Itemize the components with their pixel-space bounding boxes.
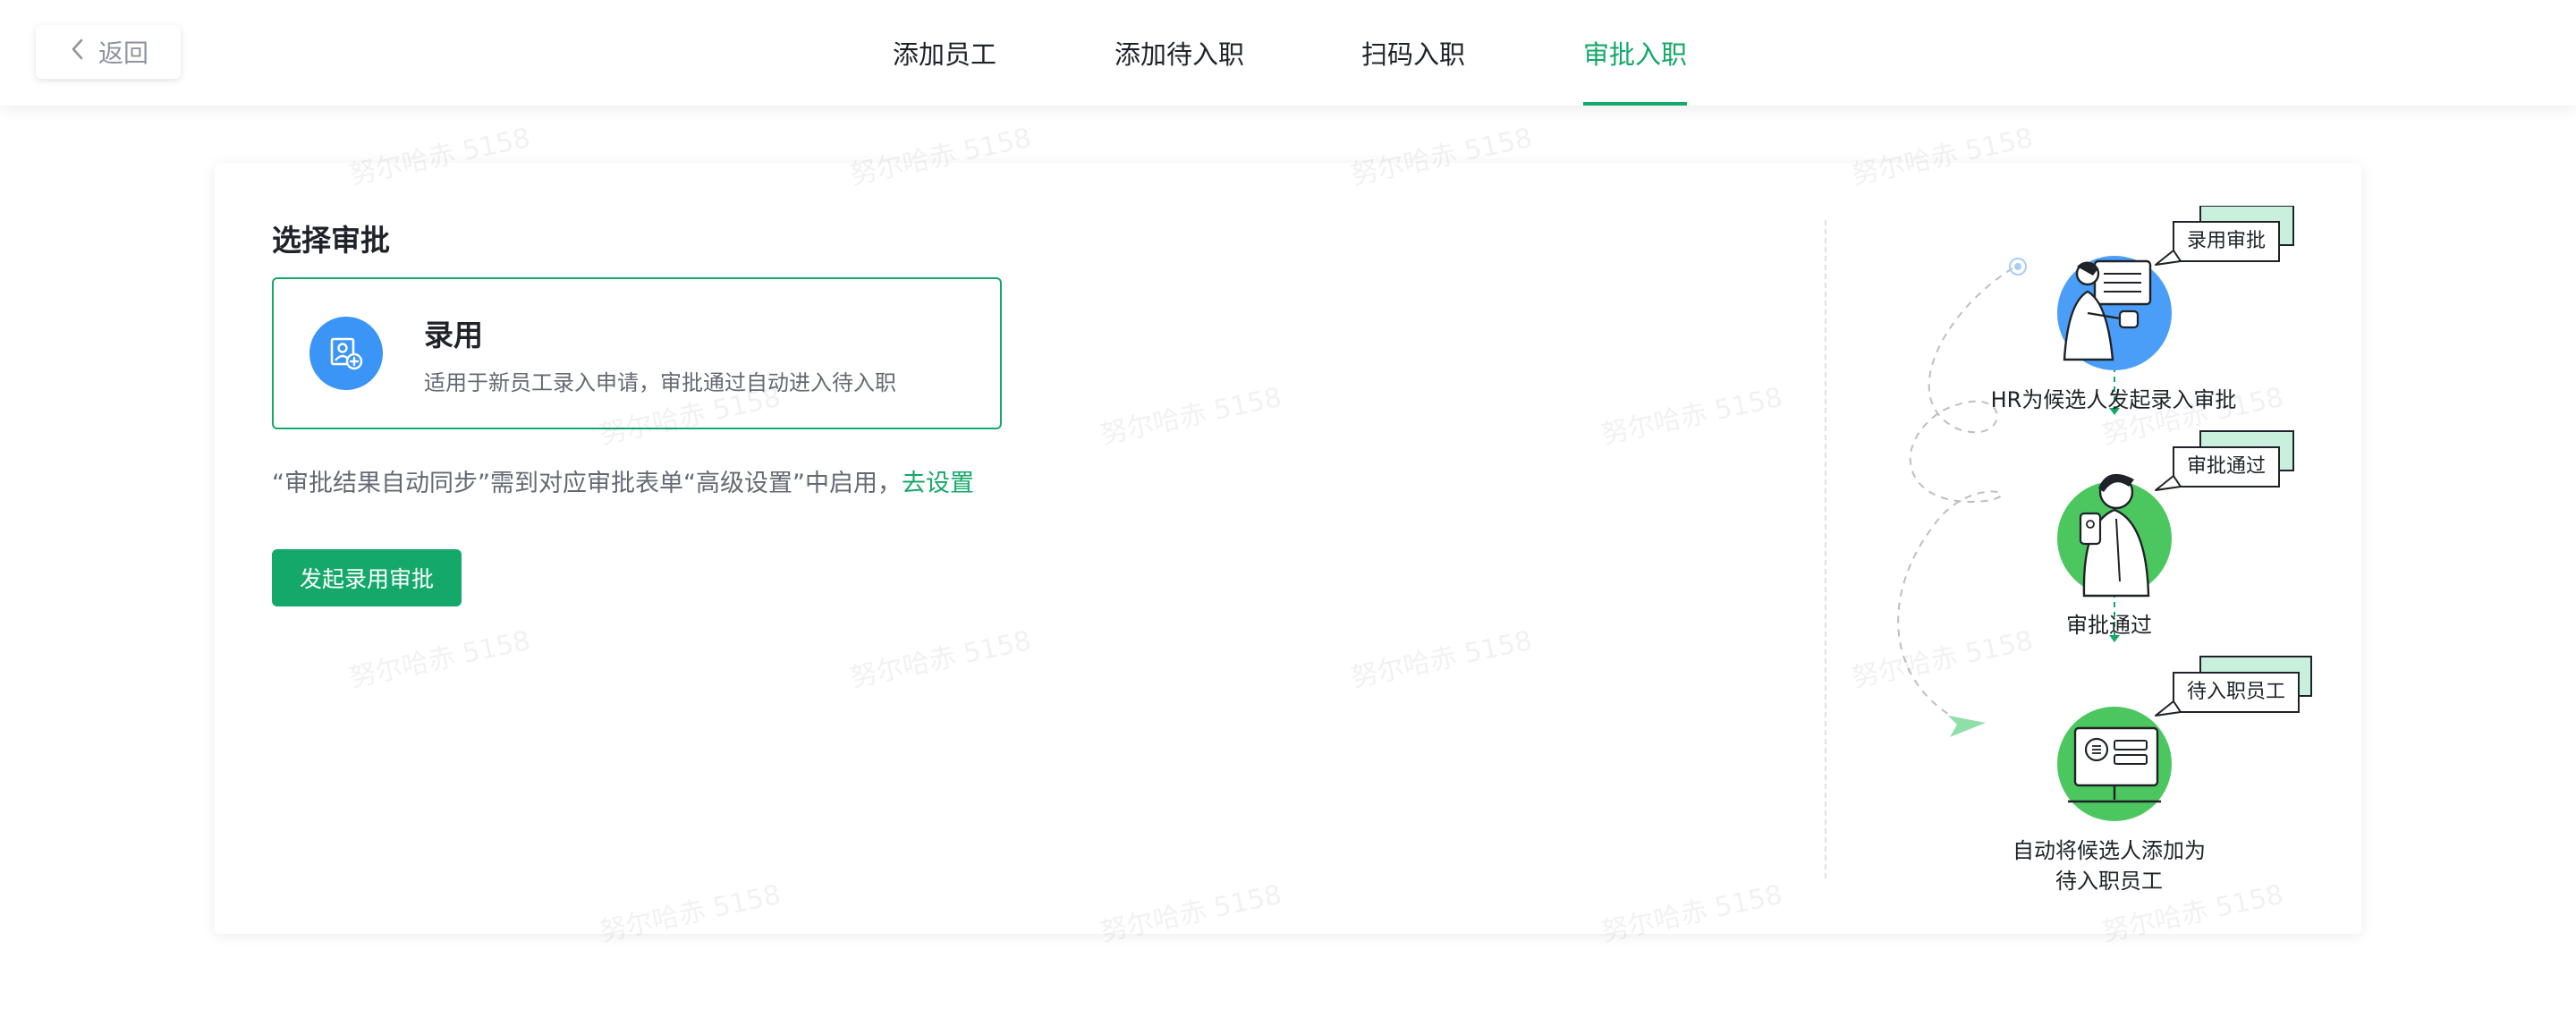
tab-approval-onboarding[interactable]: 审批入职 — [1583, 0, 1688, 106]
tab-bar: 添加员工 添加待入职 扫码入职 审批入职 — [0, 0, 2576, 106]
flow-step-3-label-line1: 自动将候选人添加为 — [2012, 838, 2206, 863]
approval-option-hire[interactable]: 录用 适用于新员工录入申请，审批通过自动进入待入职 — [272, 277, 1002, 429]
sync-note: “审批结果自动同步”需到对应审批表单“高级设置”中启用，去设置 — [272, 463, 974, 498]
flow-bubble-hire-approval: 录用审批 — [2186, 230, 2266, 252]
tab-add-employee[interactable]: 添加员工 — [893, 0, 996, 106]
tab-scan-onboarding[interactable]: 扫码入职 — [1361, 0, 1465, 106]
flow-illustration: 录用审批 HR为候选人发起录入审批 审批通过 审批通过 待入职员工 自动将候选人… — [1860, 206, 2343, 903]
top-bar: 返回 添加员工 添加待入职 扫码入职 审批入职 — [0, 0, 2576, 106]
flow-step-2-label: 审批通过 — [2066, 613, 2152, 638]
divider — [1825, 220, 1826, 878]
option-description: 适用于新员工录入申请，审批通过自动进入待入职 — [424, 370, 896, 395]
flow-step-1-label: HR为候选人发起录入审批 — [1990, 387, 2237, 412]
flow-bubble-pending-employee: 待入职员工 — [2186, 681, 2285, 703]
start-hire-approval-button[interactable]: 发起录用审批 — [272, 549, 462, 606]
main-card: 选择审批 录用 适用于新员工录入申请，审批通过自动进入待入职 “审批结果自动同步… — [215, 163, 2361, 934]
tab-add-pending[interactable]: 添加待入职 — [1114, 0, 1244, 106]
option-title: 录用 — [424, 318, 483, 352]
go-settings-link[interactable]: 去设置 — [902, 470, 974, 497]
user-add-icon — [309, 317, 383, 390]
flow-step-3-label-line2: 待入职员工 — [2055, 869, 2163, 894]
flow-bubble-approved: 审批通过 — [2186, 455, 2266, 478]
sync-note-text: “审批结果自动同步”需到对应审批表单“高级设置”中启用， — [272, 470, 902, 497]
flow-graphics — [1897, 206, 2312, 821]
section-title: 选择审批 — [272, 223, 390, 258]
